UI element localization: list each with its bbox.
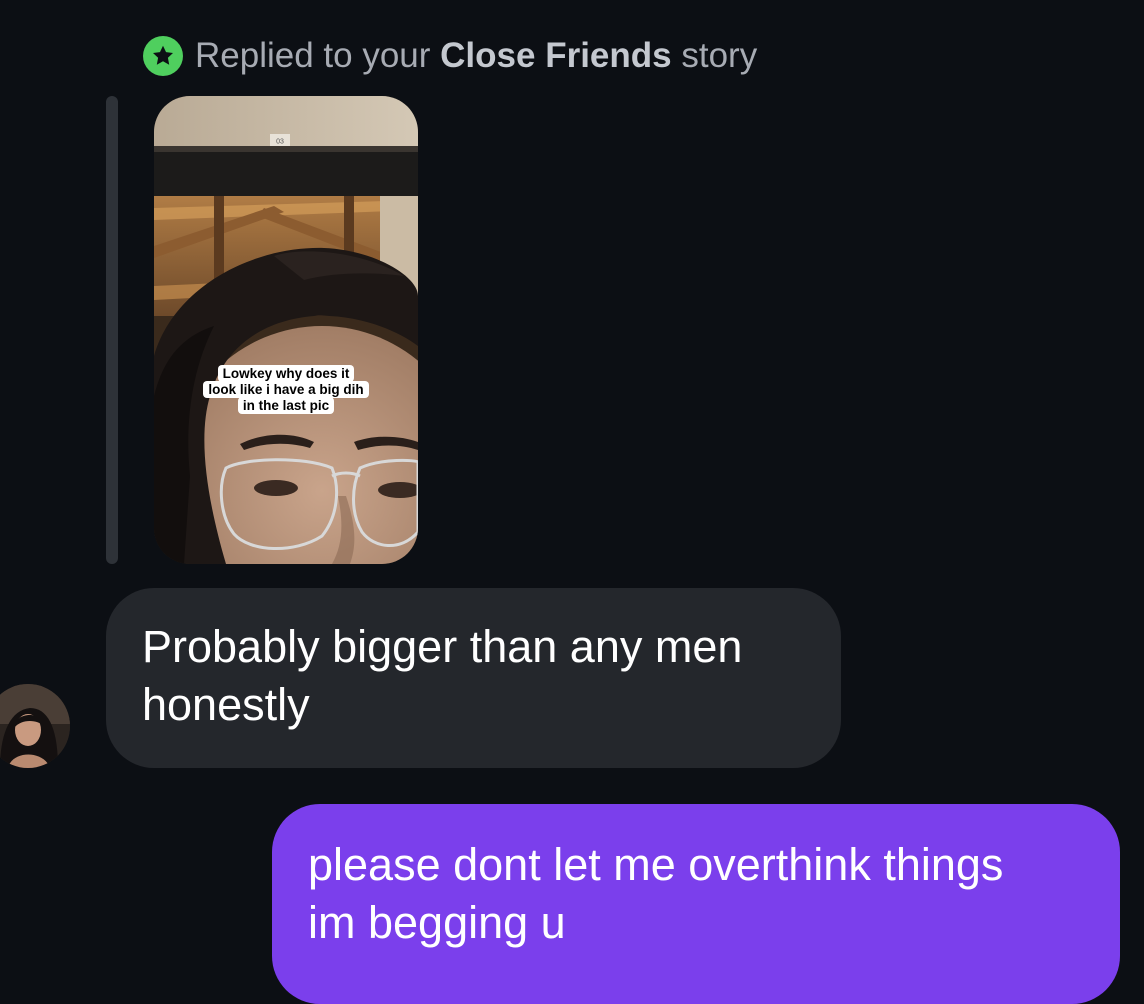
close-friends-label: Close Friends [440, 36, 672, 75]
message-text-line: Probably bigger than any men [142, 621, 743, 672]
message-bubble-outgoing[interactable]: please dont let me overthink things im b… [272, 804, 1120, 1004]
avatar-photo [0, 684, 70, 768]
reply-header-suffix: story [681, 36, 758, 75]
story-photo: 03 [154, 96, 418, 564]
sticker-line: in the last pic [237, 397, 335, 414]
sticker-line: Lowkey why does it [217, 365, 355, 382]
message-bubble-incoming[interactable]: Probably bigger than any men honestly [106, 588, 841, 768]
star-icon [143, 36, 183, 76]
story-thumbnail[interactable]: 03 Lowkey why does it look like i have a… [154, 96, 418, 564]
message-text-line: please dont let me overthink things [308, 839, 1004, 890]
story-text-sticker: Lowkey why does it look like i have a bi… [154, 365, 418, 414]
reply-header-prefix: Replied to your [195, 36, 431, 75]
avatar[interactable] [0, 684, 70, 768]
sticker-line: look like i have a big dih [203, 381, 369, 398]
story-sign-text: 03 [276, 139, 284, 146]
story-reply-header: Replied to your Close Friends story [143, 36, 757, 76]
message-text-line: im begging u [308, 897, 566, 948]
message-text-line: honestly [142, 679, 310, 730]
quote-bar [106, 96, 118, 564]
